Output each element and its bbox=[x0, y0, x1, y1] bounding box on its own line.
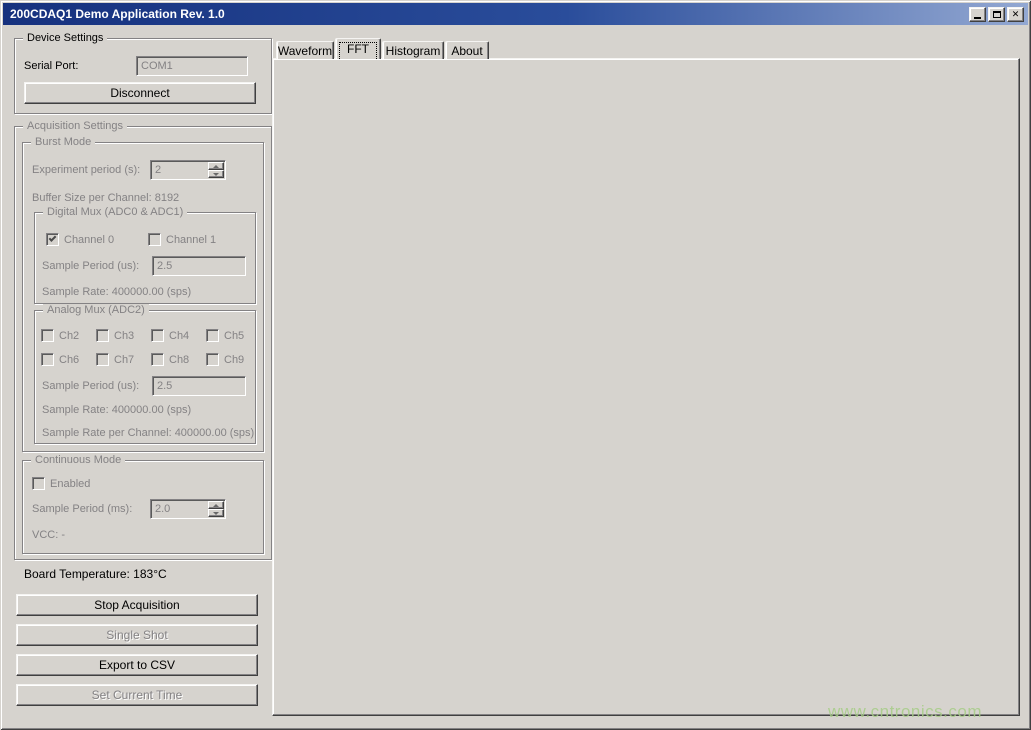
export-csv-label: Export to CSV bbox=[99, 658, 175, 672]
ch3-label: Ch3 bbox=[114, 330, 134, 342]
channel0-checkbox[interactable]: Channel 0 bbox=[46, 233, 114, 246]
experiment-period-label: Experiment period (s): bbox=[32, 164, 140, 176]
single-shot-button[interactable]: Single Shot bbox=[16, 624, 258, 646]
analog-sample-rate-per-channel-text: Sample Rate per Channel: 400000.00 (sps) bbox=[42, 427, 254, 439]
watermark: www.cntronics.com bbox=[828, 702, 982, 722]
buffer-size-text: Buffer Size per Channel: 8192 bbox=[32, 192, 179, 204]
tab-histogram[interactable]: Histogram bbox=[382, 41, 444, 59]
digital-sample-period-input[interactable] bbox=[152, 256, 246, 276]
tab-fft[interactable]: FFT bbox=[335, 38, 381, 59]
close-button[interactable]: ✕ bbox=[1007, 7, 1024, 22]
analog-sample-period-input[interactable] bbox=[152, 376, 246, 396]
ch5-checkbox[interactable]: Ch5 bbox=[206, 329, 244, 342]
export-csv-button[interactable]: Export to CSV bbox=[16, 654, 258, 676]
acquisition-settings-title: Acquisition Settings bbox=[23, 120, 127, 132]
tab-waveform-label: Waveform bbox=[278, 44, 332, 58]
analog-sample-rate-text: Sample Rate: 400000.00 (sps) bbox=[42, 404, 191, 416]
tab-about-label: About bbox=[451, 44, 482, 58]
checkbox-box bbox=[32, 477, 45, 490]
disconnect-button[interactable]: Disconnect bbox=[24, 82, 256, 104]
checkbox-box bbox=[46, 233, 59, 246]
ch3-checkbox[interactable]: Ch3 bbox=[96, 329, 134, 342]
serial-port-input[interactable] bbox=[136, 56, 248, 76]
single-shot-label: Single Shot bbox=[106, 628, 167, 642]
channel0-checkbox-label: Channel 0 bbox=[64, 234, 114, 246]
tab-about[interactable]: About bbox=[445, 41, 489, 59]
continuous-sample-period-spinner[interactable] bbox=[150, 499, 226, 519]
checkbox-box bbox=[206, 353, 219, 366]
board-temperature-text: Board Temperature: 183°C bbox=[24, 567, 167, 581]
close-icon: ✕ bbox=[1012, 10, 1020, 19]
analog-sample-period-label: Sample Period (us): bbox=[42, 380, 139, 392]
checkbox-box bbox=[96, 329, 109, 342]
minimize-icon bbox=[974, 17, 981, 19]
experiment-period-updown bbox=[208, 162, 224, 178]
checkbox-box bbox=[96, 353, 109, 366]
ch8-label: Ch8 bbox=[169, 354, 189, 366]
arrow-up-icon bbox=[213, 165, 219, 168]
channel1-checkbox[interactable]: Channel 1 bbox=[148, 233, 216, 246]
vcc-text: VCC: - bbox=[32, 529, 65, 541]
ch9-checkbox[interactable]: Ch9 bbox=[206, 353, 244, 366]
ch2-checkbox[interactable]: Ch2 bbox=[41, 329, 79, 342]
ch4-label: Ch4 bbox=[169, 330, 189, 342]
maximize-icon bbox=[993, 11, 1001, 18]
experiment-period-spinner[interactable] bbox=[150, 160, 226, 180]
digital-sample-rate-text: Sample Rate: 400000.00 (sps) bbox=[42, 286, 191, 298]
continuous-mode-title: Continuous Mode bbox=[31, 454, 125, 466]
app-window: 200CDAQ1 Demo Application Rev. 1.0 ✕ Dev… bbox=[0, 0, 1031, 730]
digital-mux-title: Digital Mux (ADC0 & ADC1) bbox=[43, 206, 187, 218]
continuous-enabled-label: Enabled bbox=[50, 478, 90, 490]
stop-acquisition-button[interactable]: Stop Acquisition bbox=[16, 594, 258, 616]
arrow-down-icon bbox=[213, 173, 219, 176]
window-title: 200CDAQ1 Demo Application Rev. 1.0 bbox=[10, 7, 225, 21]
device-settings-title: Device Settings bbox=[23, 32, 107, 44]
stop-acquisition-label: Stop Acquisition bbox=[94, 598, 179, 612]
arrow-down-icon bbox=[213, 512, 219, 515]
minimize-button[interactable] bbox=[969, 7, 986, 22]
ch6-label: Ch6 bbox=[59, 354, 79, 366]
title-bar[interactable]: 200CDAQ1 Demo Application Rev. 1.0 ✕ bbox=[3, 3, 1028, 25]
continuous-sample-period-label: Sample Period (ms): bbox=[32, 503, 132, 515]
checkbox-box bbox=[148, 233, 161, 246]
ch8-checkbox[interactable]: Ch8 bbox=[151, 353, 189, 366]
spin-up-button[interactable] bbox=[208, 162, 224, 170]
disconnect-button-label: Disconnect bbox=[110, 86, 169, 100]
check-icon bbox=[49, 234, 57, 242]
tab-waveform[interactable]: Waveform bbox=[276, 41, 334, 59]
set-current-time-button[interactable]: Set Current Time bbox=[16, 684, 258, 706]
ch6-checkbox[interactable]: Ch6 bbox=[41, 353, 79, 366]
serial-port-label: Serial Port: bbox=[24, 60, 78, 72]
channel1-checkbox-label: Channel 1 bbox=[166, 234, 216, 246]
tab-fft-label: FFT bbox=[347, 42, 369, 56]
continuous-updown bbox=[208, 501, 224, 517]
tab-histogram-label: Histogram bbox=[386, 44, 441, 58]
digital-sample-period-label: Sample Period (us): bbox=[42, 260, 139, 272]
fft-tab-page bbox=[272, 58, 1020, 716]
checkbox-box bbox=[206, 329, 219, 342]
window-controls: ✕ bbox=[969, 7, 1024, 22]
burst-mode-title: Burst Mode bbox=[31, 136, 95, 148]
checkbox-box bbox=[151, 353, 164, 366]
ch4-checkbox[interactable]: Ch4 bbox=[151, 329, 189, 342]
ch9-label: Ch9 bbox=[224, 354, 244, 366]
ch2-label: Ch2 bbox=[59, 330, 79, 342]
checkbox-box bbox=[151, 329, 164, 342]
ch7-label: Ch7 bbox=[114, 354, 134, 366]
maximize-button[interactable] bbox=[988, 7, 1005, 22]
spin-down-button[interactable] bbox=[208, 509, 224, 517]
checkbox-box bbox=[41, 353, 54, 366]
spin-down-button[interactable] bbox=[208, 170, 224, 178]
set-current-time-label: Set Current Time bbox=[92, 688, 183, 702]
ch5-label: Ch5 bbox=[224, 330, 244, 342]
spin-up-button[interactable] bbox=[208, 501, 224, 509]
analog-mux-title: Analog Mux (ADC2) bbox=[43, 304, 149, 316]
arrow-up-icon bbox=[213, 504, 219, 507]
continuous-enabled-checkbox[interactable]: Enabled bbox=[32, 477, 90, 490]
ch7-checkbox[interactable]: Ch7 bbox=[96, 353, 134, 366]
checkbox-box bbox=[41, 329, 54, 342]
